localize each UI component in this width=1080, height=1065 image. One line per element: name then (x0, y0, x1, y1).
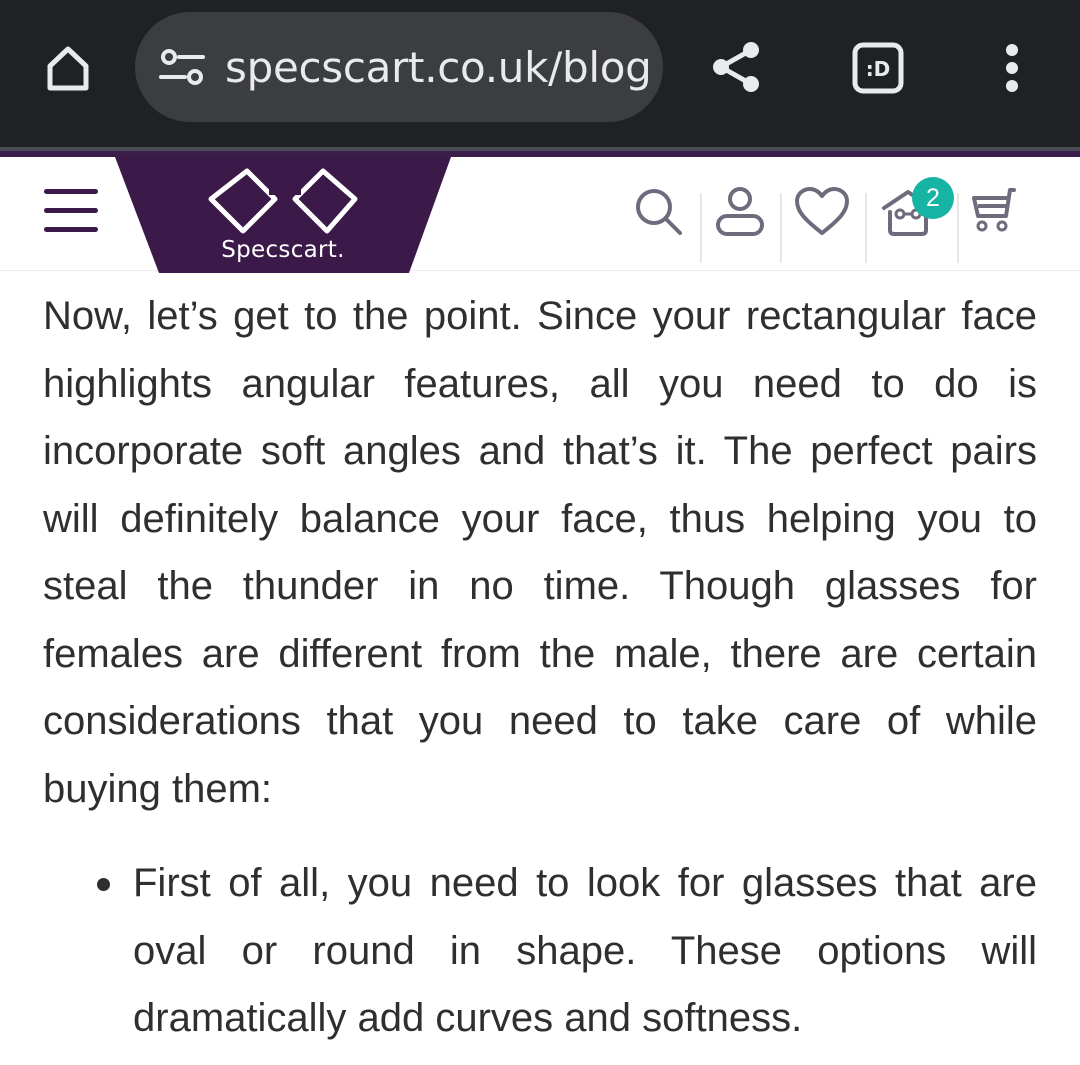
tune-icon[interactable] (157, 42, 207, 92)
more-vertical-icon[interactable] (990, 36, 1034, 100)
brand-name: Specscart. (221, 237, 345, 263)
header-separator (780, 193, 782, 263)
browser-toolbar: specscart.co.uk/blog :D (0, 0, 1080, 147)
hamburger-icon[interactable] (44, 189, 98, 233)
home-icon[interactable] (36, 36, 100, 100)
user-icon[interactable] (714, 185, 766, 241)
article-paragraph: Now, let’s get to the point. Since your … (43, 294, 1037, 811)
bullet-icon (97, 878, 110, 891)
header-separator (957, 193, 959, 263)
list-item: First of all, you need to look for glass… (90, 850, 1037, 1053)
url-bar[interactable]: specscart.co.uk/blog (135, 12, 663, 122)
tab-switcher-label: :D (866, 57, 891, 81)
try-on-count-badge: 2 (912, 177, 954, 219)
heart-icon[interactable] (794, 185, 850, 239)
brand-logo[interactable]: Specscart. (115, 157, 451, 275)
url-text[interactable]: specscart.co.uk/blog (225, 43, 652, 92)
cart-icon[interactable] (970, 185, 1016, 235)
bullet-list: First of all, you need to look for glass… (90, 850, 1037, 1053)
article-body: Now, let’s get to the point. Since your … (43, 283, 1037, 823)
header-separator (700, 193, 702, 263)
header-separator (865, 193, 867, 263)
tab-switcher-button[interactable]: :D (846, 36, 910, 100)
list-item-text: First of all, you need to look for glass… (133, 861, 1037, 1040)
search-icon[interactable] (632, 185, 686, 239)
site-header: Specscart. (0, 157, 1080, 273)
share-icon[interactable] (704, 34, 770, 100)
